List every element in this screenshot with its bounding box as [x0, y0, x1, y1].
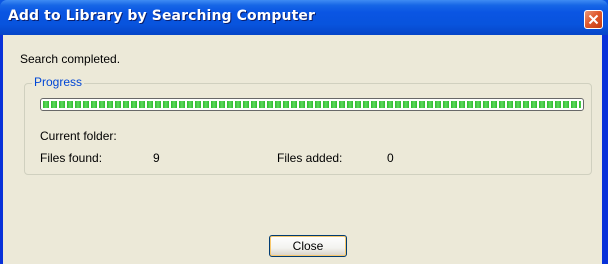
progress-bar-fill — [43, 101, 581, 108]
dialog-client-area: Search completed. Progress Current folde… — [3, 35, 602, 264]
files-found-value: 9 — [153, 151, 160, 165]
progress-group-label: Progress — [32, 75, 85, 89]
dialog-window: Add to Library by Searching Computer Sea… — [0, 0, 608, 264]
close-icon — [588, 10, 599, 29]
title-close-button[interactable] — [584, 10, 603, 29]
files-added-value: 0 — [387, 151, 394, 165]
files-found-label: Files found: — [40, 151, 103, 165]
status-message: Search completed. — [20, 52, 121, 66]
progress-bar — [40, 98, 584, 111]
current-folder-label: Current folder: — [40, 129, 117, 143]
close-button[interactable]: Close — [269, 235, 347, 257]
files-added-label: Files added: — [277, 151, 343, 165]
window-title: Add to Library by Searching Computer — [8, 8, 315, 24]
title-bar[interactable]: Add to Library by Searching Computer — [0, 0, 608, 35]
progress-groupbox: Progress Current folder: Files found: 9 … — [24, 75, 592, 175]
